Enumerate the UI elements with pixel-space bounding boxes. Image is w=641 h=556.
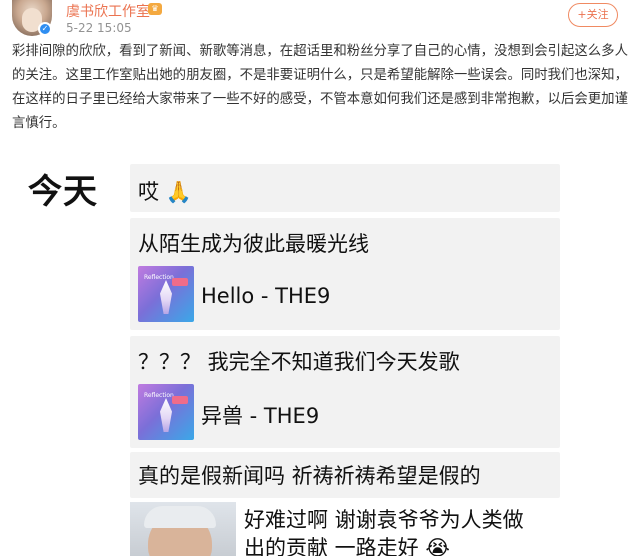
- verified-badge-icon: ✓: [38, 22, 52, 36]
- album-tag-badge: [172, 278, 188, 286]
- moment-text: 好难过啊 谢谢袁爷爷为人类做: [244, 508, 524, 532]
- moment-post: [130, 164, 560, 212]
- follow-button[interactable]: +关注: [568, 3, 618, 27]
- song-title: 异兽 - THE9: [201, 404, 320, 428]
- album-cover-title: Reflection: [144, 274, 174, 281]
- vip-crown-icon: ♛: [148, 3, 162, 15]
- memorial-photo: [130, 502, 236, 556]
- moment-text: 哎 🙏: [138, 180, 192, 204]
- album-cover-thumbnail: Reflection: [138, 384, 194, 440]
- moment-text: 从陌生成为彼此最暖光线: [138, 232, 369, 256]
- photo-hair: [144, 506, 216, 528]
- album-crystal-icon: [160, 398, 172, 432]
- album-tag-badge: [172, 396, 188, 404]
- moments-screenshot[interactable]: 今天 哎 🙏 从陌生成为彼此最暖光线 Reflection Hello - TH…: [0, 152, 641, 556]
- moment-text: 出的贡献 一路走好 😭: [244, 536, 450, 556]
- song-title: Hello - THE9: [201, 284, 331, 308]
- album-crystal-icon: [160, 280, 172, 314]
- moment-text: ？？？ 我完全不知道我们今天发歌: [138, 350, 460, 374]
- album-cover-thumbnail: Reflection: [138, 266, 194, 322]
- day-label: 今天: [28, 172, 98, 212]
- moment-text: 真的是假新闻吗 祈祷祈祷希望是假的: [138, 464, 481, 488]
- post-timestamp[interactable]: 5-22 15:05: [66, 21, 132, 35]
- post-text: 彩排间隙的欣欣，看到了新闻、新歌等消息，在超话里和粉丝分享了自己的心情，没想到会…: [12, 44, 628, 131]
- username[interactable]: 虞书欣工作室: [66, 1, 150, 21]
- album-cover-title: Reflection: [144, 392, 174, 399]
